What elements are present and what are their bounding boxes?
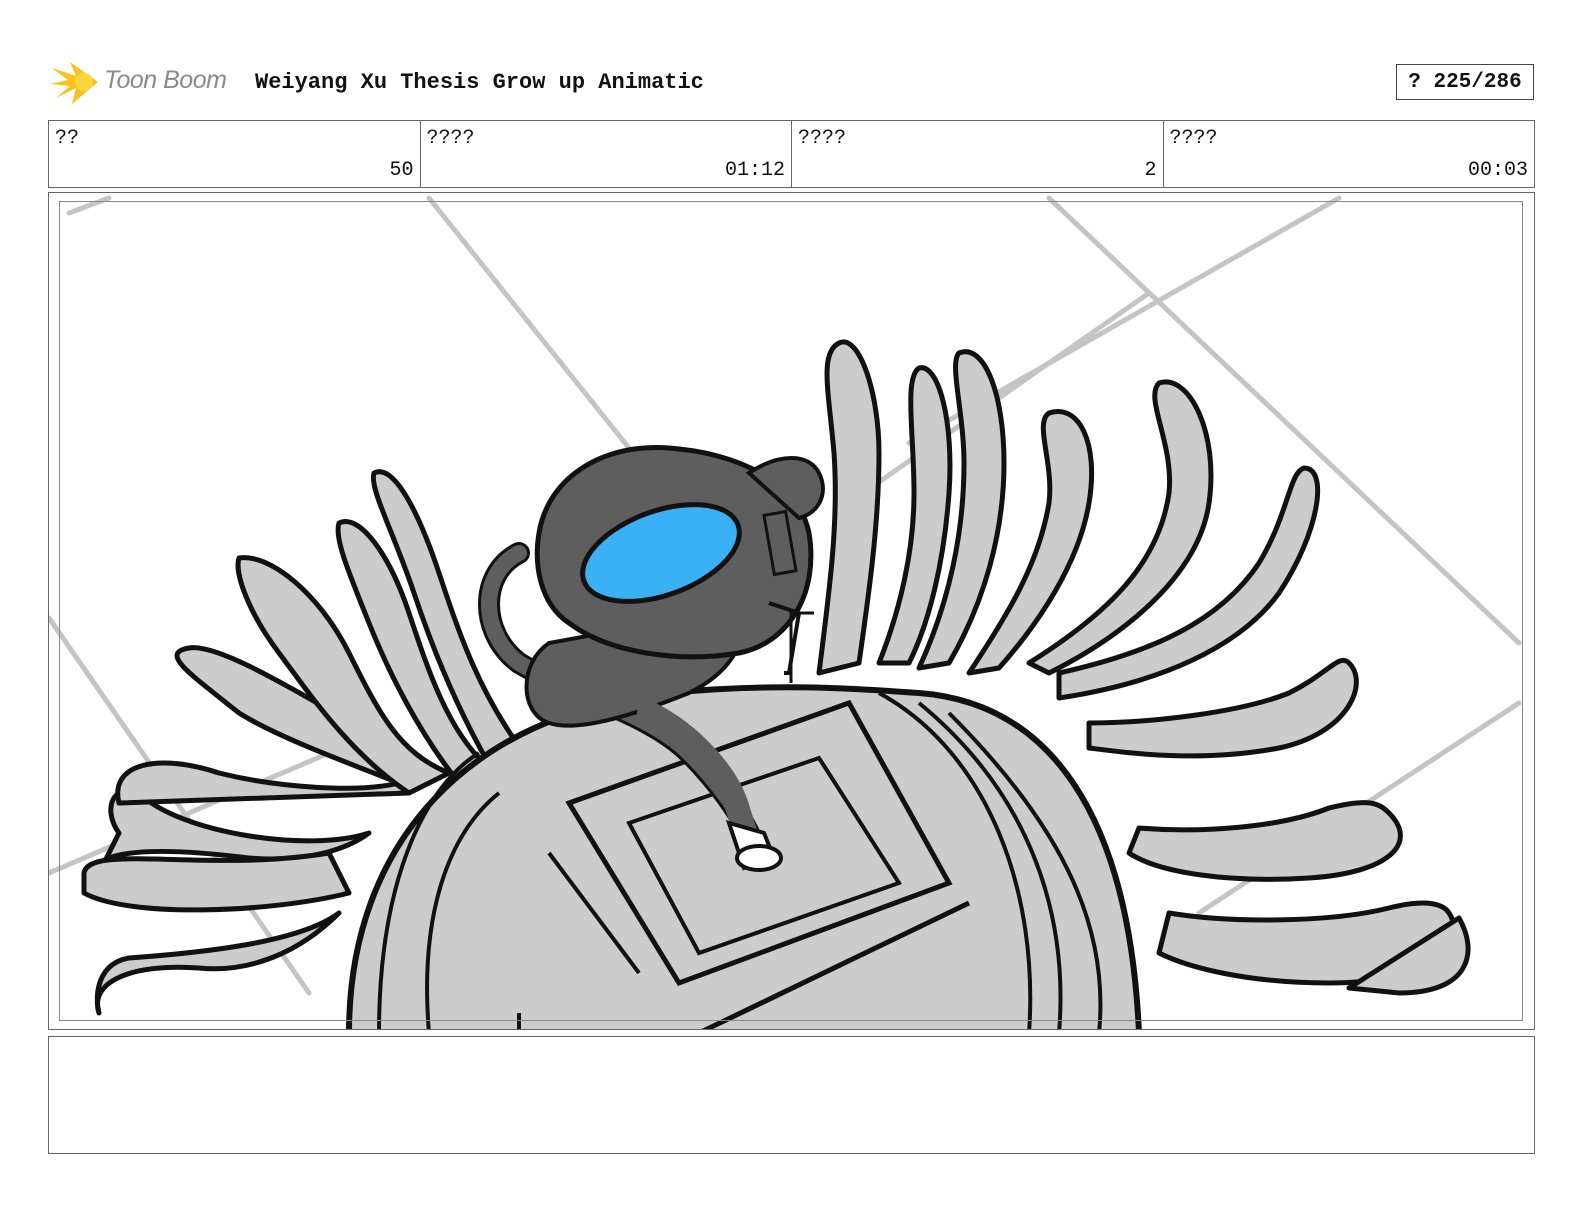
starburst-icon: [50, 62, 98, 104]
info-cell-panel: ???? 2: [792, 121, 1164, 187]
logo-text: Toon Boom: [104, 66, 227, 94]
info-cell-scene: ?? 50: [49, 121, 421, 187]
page-counter: ? 225/286: [1396, 64, 1534, 100]
info-label: ????: [1169, 127, 1218, 150]
panel-info-row: ?? 50 ???? 01:12 ???? 2 ???? 00:03: [48, 120, 1535, 188]
info-value: 01:12: [724, 159, 785, 182]
info-value: 50: [389, 159, 414, 182]
info-value: 2: [1144, 159, 1157, 182]
storyboard-panel-image: [48, 192, 1535, 1030]
document-title: Weiyang Xu Thesis Grow up Animatic: [255, 70, 704, 95]
info-label: ????: [426, 127, 475, 150]
info-label: ????: [798, 127, 847, 150]
info-cell-panel-duration: ???? 00:03: [1164, 121, 1535, 187]
storyboard-sketch: [49, 195, 1522, 1029]
info-label: ??: [55, 127, 80, 150]
page-header: Toon Boom Weiyang Xu Thesis Grow up Anim…: [50, 56, 1534, 106]
info-value: 00:03: [1467, 159, 1528, 182]
toon-boom-logo: Toon Boom: [50, 58, 240, 106]
info-cell-duration: ???? 01:12: [421, 121, 792, 187]
notes-box: [48, 1036, 1535, 1154]
